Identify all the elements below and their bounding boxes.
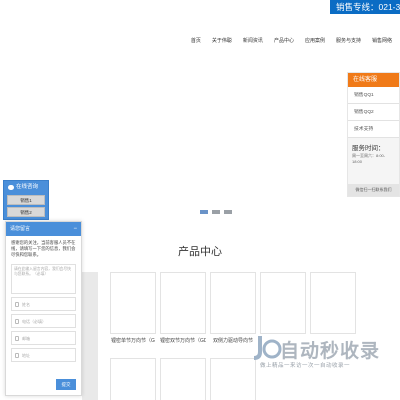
submit-button[interactable]: 提交 <box>56 379 76 390</box>
product-card-1-label[interactable]: 锂密单节万向节（G <box>110 337 156 344</box>
phone-field-placeholder: 电话（必填） <box>22 319 46 324</box>
email-field[interactable]: 邮箱 <box>11 331 76 345</box>
wechat-scan-footer[interactable]: 微信扫一扫联系我们 <box>348 184 399 196</box>
consult-sales-2-button[interactable]: 销售2 <box>7 207 45 217</box>
watermark-logo-icon <box>253 336 282 360</box>
banner-dot-1[interactable] <box>200 210 208 214</box>
online-service-title: 在线客服 <box>348 73 399 87</box>
minimize-icon[interactable]: − <box>73 222 77 236</box>
address-field-placeholder: 地址 <box>22 353 30 358</box>
product-card-1[interactable] <box>110 272 156 334</box>
banner-pagination <box>200 210 232 214</box>
service-qq2-link[interactable]: 销售QQ2 <box>348 104 399 121</box>
phone-field[interactable]: 电话（必填） <box>11 314 76 328</box>
nav-item-news[interactable]: 新闻资讯 <box>243 36 263 46</box>
nav-item-products[interactable]: 产品中心 <box>274 36 294 46</box>
sales-hotline-text: 销售专线：021-3 <box>336 2 400 12</box>
service-time-value: 周一至周六：8:00-18:00 <box>352 153 386 164</box>
user-icon <box>15 302 19 307</box>
banner-dot-2[interactable] <box>212 210 220 214</box>
banner-dot-3[interactable] <box>224 210 232 214</box>
name-field[interactable]: 姓名 <box>11 297 76 311</box>
main-nav: 首页 关于伟聪 新闻资讯 产品中心 应用案例 服务与支持 销售网络 <box>180 36 392 46</box>
service-qq1-link[interactable]: 销售QQ1 <box>348 87 399 104</box>
nav-item-support[interactable]: 服务与支持 <box>336 36 361 46</box>
leave-message-header: 请您留言 − <box>6 222 81 236</box>
location-icon <box>15 353 19 358</box>
leave-message-title: 请您留言 <box>10 226 31 232</box>
product-card-2[interactable] <box>160 272 206 334</box>
online-consult-widget: 在线咨询 销售1 销售2 <box>3 180 49 220</box>
nav-item-sales-network[interactable]: 销售网络 <box>372 36 392 46</box>
watermark: 自动秒收录 做上精品一来访一次一自动收录一 <box>250 330 400 380</box>
email-icon <box>15 336 19 341</box>
nav-item-home[interactable]: 首页 <box>191 36 201 46</box>
address-field[interactable]: 地址 <box>11 348 76 362</box>
page: 销售专线：021-3 首页 关于伟聪 新闻资讯 产品中心 应用案例 服务与支持 … <box>0 0 400 400</box>
nav-item-cases[interactable]: 应用案例 <box>305 36 325 46</box>
banner <box>0 52 400 222</box>
sales-hotline: 销售专线：021-3 <box>330 0 400 14</box>
product-card-6[interactable] <box>110 358 156 400</box>
watermark-subtitle: 做上精品一来访一次一自动收录一 <box>260 363 351 369</box>
consult-sales-1-button[interactable]: 销售1 <box>7 195 45 205</box>
product-card-7[interactable] <box>160 358 206 400</box>
online-consult-title: 在线咨询 <box>16 184 39 190</box>
side-backdrop <box>82 272 98 400</box>
email-field-placeholder: 邮箱 <box>22 336 30 341</box>
watermark-title: 自动秒收录 <box>280 341 381 362</box>
tech-support-link[interactable]: 技术支持 <box>348 121 399 138</box>
nav-item-about[interactable]: 关于伟聪 <box>212 36 232 46</box>
product-card-4[interactable] <box>260 272 306 334</box>
chat-bubble-icon <box>8 184 14 190</box>
name-field-placeholder: 姓名 <box>22 302 30 307</box>
leave-message-intro: 感谢您的关注，当前客服人员不在线，请填写一下您的信息，我们会尽快和您联系。 <box>11 240 76 257</box>
leave-message-form: 请您留言 − 感谢您的关注，当前客服人员不在线，请填写一下您的信息，我们会尽快和… <box>5 221 82 396</box>
service-time-label: 服务时间： <box>352 145 385 152</box>
topbar: 销售专线：021-3 <box>0 0 400 14</box>
online-consult-header: 在线咨询 <box>4 181 48 193</box>
message-textarea[interactable]: 请在此输入留言内容，我们会尽快与您联系。（必填） <box>11 264 76 294</box>
product-card-2-label[interactable]: 锂密双节万向节（GD <box>160 337 206 344</box>
product-card-3[interactable] <box>210 272 256 334</box>
online-service-panel: 在线客服 销售QQ1 销售QQ2 技术支持 服务时间： 周一至周六：8:00-1… <box>347 72 400 197</box>
phone-icon <box>15 319 19 324</box>
product-card-5[interactable] <box>310 272 356 334</box>
